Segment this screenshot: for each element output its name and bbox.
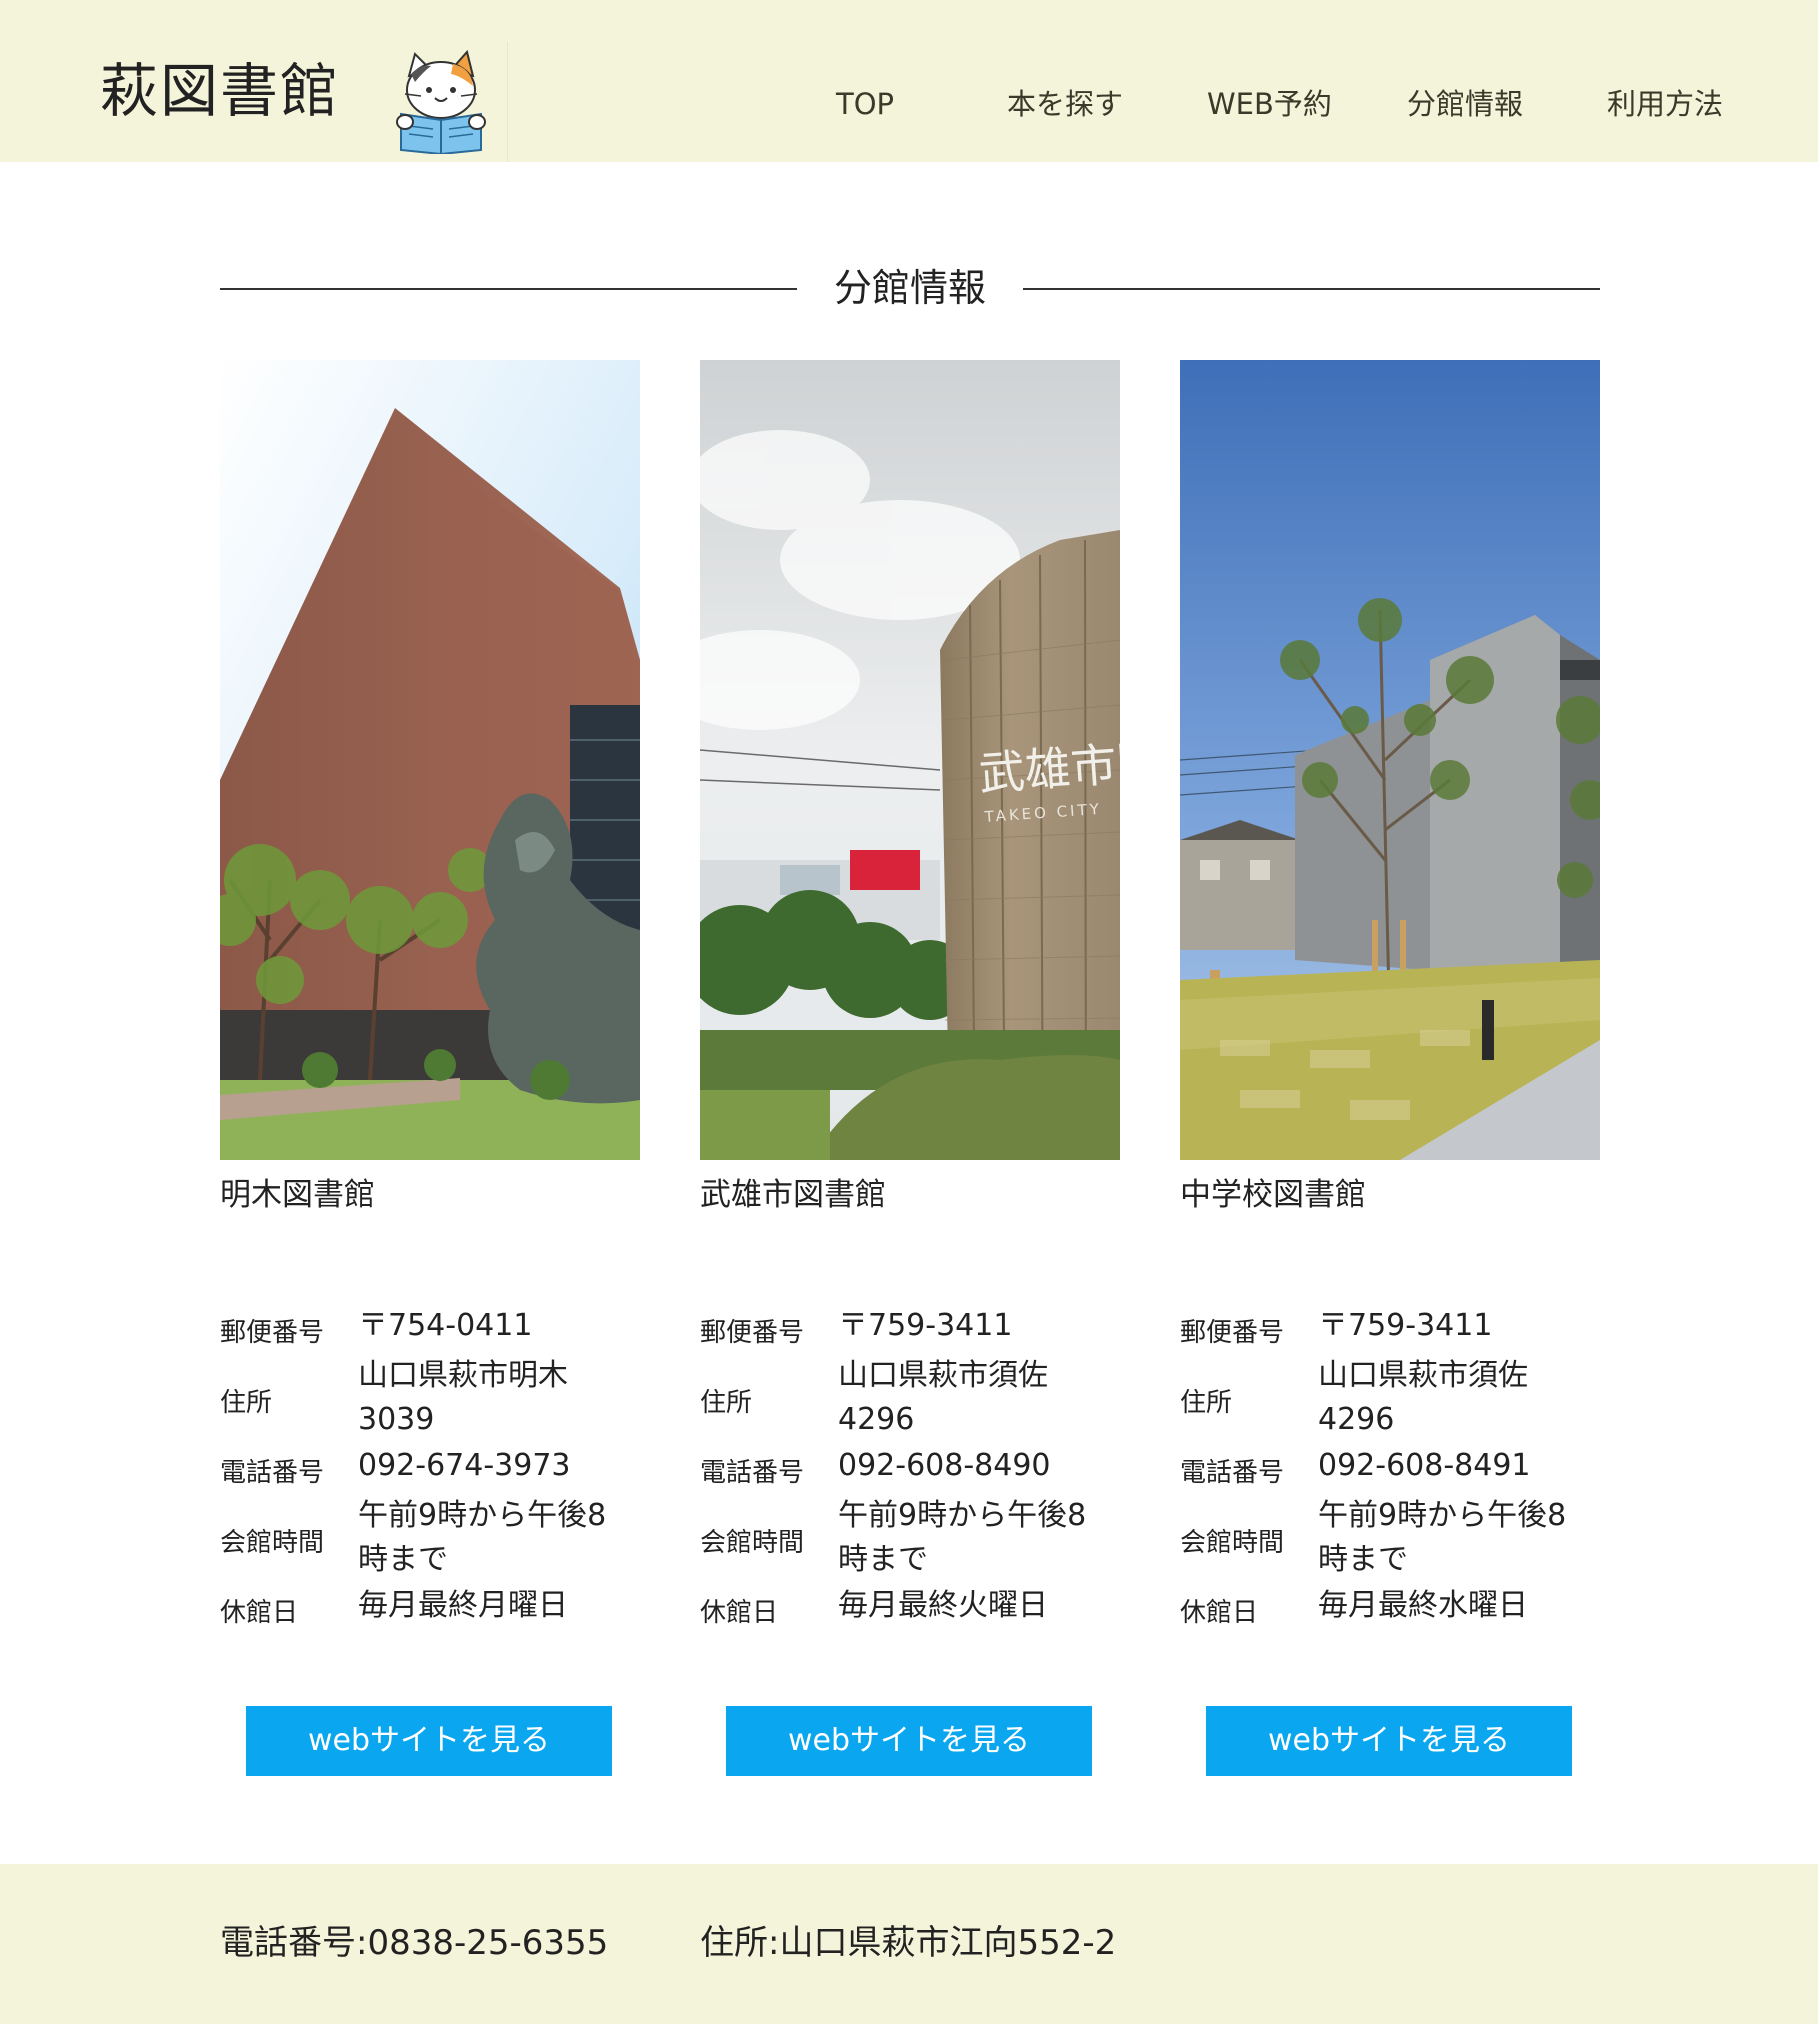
library-name: 中学校図書館: [1180, 1177, 1366, 1213]
library-card: 中学校図書館 郵便番号 〒759-3411 住所 山口県萩市須佐4296 電話番号 0…: [1180, 360, 1600, 1776]
nav-top[interactable]: TOP: [836, 84, 894, 124]
phone-label: 電話番号: [700, 1458, 805, 1488]
hours-label: 会館時間: [700, 1528, 805, 1558]
library-info: 郵便番号 〒759-3411 住所 山口県萩市須佐4296 電話番号 092-608-…: [700, 1304, 1120, 1632]
library-photo: [220, 360, 640, 1160]
phone-value: 092-674-3973: [358, 1448, 571, 1483]
phone-label: 電話番号: [1180, 1458, 1285, 1488]
closed-label: 休館日: [1180, 1598, 1259, 1628]
hours-value: 午前9時から午後8時まで: [838, 1498, 1087, 1577]
closed-value: 毎月最終火曜日: [838, 1588, 1048, 1623]
heading-rule-right: [1023, 288, 1600, 290]
postal-label: 郵便番号: [700, 1318, 805, 1348]
hours-value: 午前9時から午後8時まで: [1318, 1498, 1567, 1577]
address-value: 山口県萩市須佐4296: [838, 1358, 1048, 1437]
nav-how-to-use[interactable]: 利用方法: [1607, 84, 1723, 124]
hours-label: 会館時間: [1180, 1528, 1285, 1558]
address-label: 住所: [220, 1388, 273, 1418]
library-name: 明木図書館: [220, 1177, 375, 1213]
nav-web-reservation[interactable]: WEB予約: [1207, 84, 1332, 124]
phone-label: 電話番号: [220, 1458, 325, 1488]
address-label: 住所: [700, 1388, 753, 1418]
library-photo: 武雄市図 TAKEO CITY: [700, 360, 1120, 1160]
postal-value: 〒759-3411: [838, 1308, 1013, 1343]
main-nav: TOP 本を探す WEB予約 分館情報 利用方法: [0, 84, 1818, 124]
postal-label: 郵便番号: [1180, 1318, 1285, 1348]
postal-value: 〒759-3411: [1318, 1308, 1493, 1343]
library-name: 武雄市図書館: [700, 1177, 886, 1213]
section-heading: 分館情報: [220, 258, 1600, 318]
footer-address: 住所:山口県萩市江向552-2: [700, 1923, 1117, 1963]
closed-value: 毎月最終水曜日: [1318, 1588, 1528, 1623]
closed-value: 毎月最終月曜日: [358, 1588, 568, 1623]
library-info: 郵便番号 〒759-3411 住所 山口県萩市須佐4296 電話番号 092-608-…: [1180, 1304, 1600, 1632]
footer-phone: 電話番号:0838-25-6355: [220, 1923, 609, 1963]
postal-value: 〒754-0411: [358, 1308, 533, 1343]
postal-label: 郵便番号: [220, 1318, 325, 1348]
phone-value: 092-608-8491: [1318, 1448, 1531, 1483]
closed-label: 休館日: [700, 1598, 779, 1628]
library-info: 郵便番号 〒754-0411 住所 山口県萩市明木3039 電話番号 092-674-…: [220, 1304, 640, 1632]
section-title: 分館情報: [833, 266, 986, 310]
address-label: 住所: [1180, 1388, 1233, 1418]
hours-value: 午前9時から午後8時まで: [358, 1498, 607, 1577]
library-photo: [1180, 360, 1600, 1160]
view-website-button[interactable]: webサイトを見る: [726, 1706, 1092, 1776]
view-website-button[interactable]: webサイトを見る: [246, 1706, 612, 1776]
library-card: 武雄市図 TAKEO CITY 武雄市図書館 郵便番号 〒759-3411 住所 山…: [700, 360, 1120, 1776]
address-value: 山口県萩市須佐4296: [1318, 1358, 1528, 1437]
view-website-button[interactable]: webサイトを見る: [1206, 1706, 1572, 1776]
library-card: 明木図書館 郵便番号 〒754-0411 住所 山口県萩市明木3039 電話番号 09…: [220, 360, 640, 1776]
address-value: 山口県萩市明木3039: [358, 1358, 568, 1437]
hours-label: 会館時間: [220, 1528, 325, 1558]
closed-label: 休館日: [220, 1598, 299, 1628]
nav-branch-info[interactable]: 分館情報: [1407, 84, 1523, 124]
site-header: 萩図書館 TOP 本を探す WEB予約 分館情報 利用方法: [0, 0, 1818, 162]
nav-search-books[interactable]: 本を探す: [1007, 84, 1123, 124]
site-footer: 電話番号:0838-25-6355 住所:山口県萩市江向552-2: [0, 1864, 1818, 2024]
phone-value: 092-608-8490: [838, 1448, 1051, 1483]
heading-rule-left: [220, 288, 797, 290]
